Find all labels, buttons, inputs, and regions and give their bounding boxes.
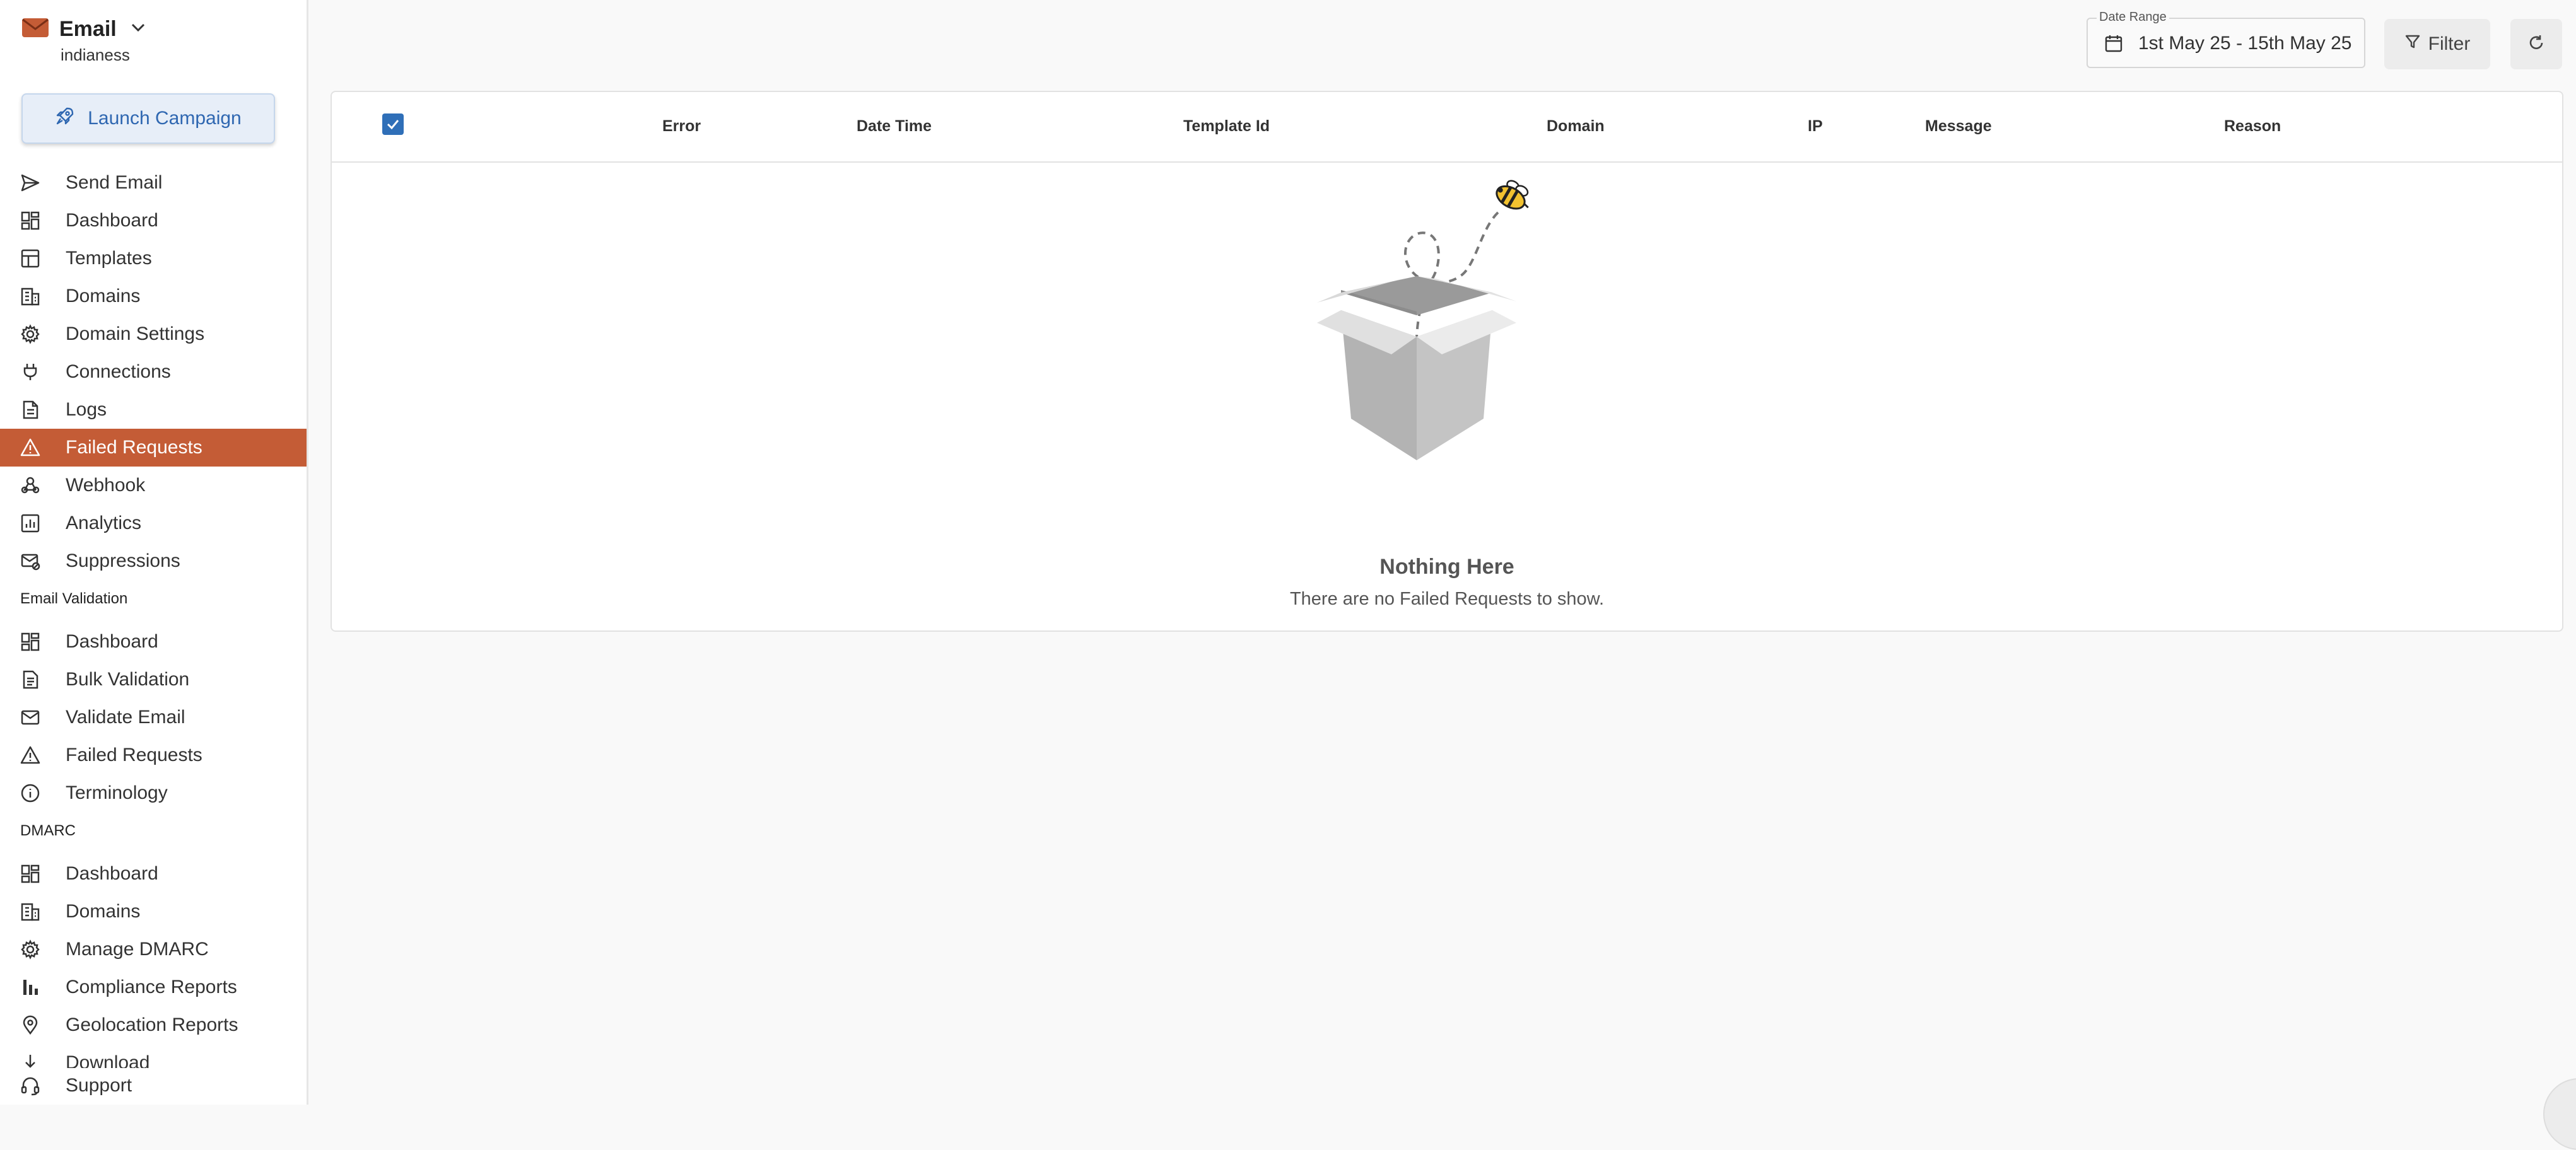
sidebar-item-bulk-validation[interactable]: Bulk Validation: [0, 661, 307, 699]
email-logo-icon: [21, 18, 49, 41]
column-header-template-id[interactable]: Template Id: [1183, 117, 1270, 136]
sidebar-item-domain-settings[interactable]: Domain Settings: [0, 315, 307, 353]
column-header-reason[interactable]: Reason: [2224, 117, 2281, 136]
app-switcher[interactable]: Email: [21, 16, 146, 42]
account-name: indianess: [61, 45, 130, 64]
sidebar-item-validation-failed-requests[interactable]: Failed Requests: [0, 736, 307, 774]
launch-campaign-button[interactable]: Launch Campaign: [21, 93, 275, 144]
sidebar-item-support[interactable]: Support: [0, 1068, 307, 1103]
sidebar-item-geolocation-reports[interactable]: Geolocation Reports: [0, 1006, 307, 1044]
sidebar-item-failed-requests[interactable]: Failed Requests: [0, 429, 307, 467]
refresh-icon: [2527, 33, 2546, 55]
location-pin-icon: [20, 1015, 40, 1035]
calendar-icon: [2104, 34, 2123, 56]
plug-icon: [20, 362, 40, 382]
sidebar: Email indianess Launch Campaign Send Ema…: [0, 0, 308, 1105]
sidebar-item-terminology[interactable]: Terminology: [0, 774, 307, 812]
column-header-error[interactable]: Error: [662, 117, 701, 136]
filter-icon: [2404, 33, 2421, 55]
section-email-validation: Email Validation: [20, 590, 128, 607]
dashboard-icon: [20, 864, 40, 884]
empty-state-title: Nothing Here: [1379, 555, 1514, 579]
gear-icon: [20, 939, 40, 960]
info-icon: [20, 783, 40, 803]
warning-icon: [20, 745, 40, 765]
filter-label: Filter: [2428, 33, 2471, 54]
warning-icon: [20, 438, 40, 458]
headset-icon: [20, 1076, 40, 1096]
building-icon: [20, 286, 40, 306]
sidebar-item-compliance-reports[interactable]: Compliance Reports: [0, 968, 307, 1006]
select-all-checkbox[interactable]: [382, 113, 404, 135]
floating-chat-button[interactable]: [2543, 1078, 2576, 1150]
column-header-date-time[interactable]: Date Time: [857, 117, 932, 136]
sidebar-item-send-email[interactable]: Send Email: [0, 164, 307, 202]
sidebar-item-webhook[interactable]: Webhook: [0, 467, 307, 504]
column-header-ip[interactable]: IP: [1808, 117, 1823, 136]
section-dmarc: DMARC: [20, 822, 76, 839]
sidebar-item-validation-dashboard[interactable]: Dashboard: [0, 623, 307, 661]
date-range-picker[interactable]: Date Range 1st May 25 - 15th May 25: [2087, 10, 2365, 68]
sidebar-item-logs[interactable]: Logs: [0, 391, 307, 429]
refresh-button[interactable]: [2510, 19, 2562, 69]
date-range-label: Date Range: [2097, 10, 2169, 25]
send-icon: [20, 173, 40, 193]
column-header-domain[interactable]: Domain: [1547, 117, 1605, 136]
sidebar-item-manage-dmarc[interactable]: Manage DMARC: [0, 931, 307, 968]
dashboard-icon: [20, 632, 40, 652]
column-header-message[interactable]: Message: [1925, 117, 1992, 136]
failed-requests-table: Error Date Time Template Id Domain IP Me…: [331, 91, 2563, 632]
analytics-icon: [20, 513, 40, 533]
document-icon: [20, 400, 40, 420]
building-icon: [20, 902, 40, 922]
sidebar-item-validate-email[interactable]: Validate Email: [0, 699, 307, 736]
sidebar-item-suppressions[interactable]: Suppressions: [0, 542, 307, 580]
mail-icon: [20, 707, 40, 728]
mail-block-icon: [20, 551, 40, 571]
sidebar-item-analytics[interactable]: Analytics: [0, 504, 307, 542]
empty-state-message: There are no Failed Requests to show.: [1289, 589, 1605, 609]
filter-button[interactable]: Filter: [2384, 19, 2490, 69]
document-list-icon: [20, 670, 40, 690]
app-name: Email: [59, 16, 117, 41]
empty-box-illustration: [1303, 166, 1581, 497]
check-icon: [387, 120, 399, 130]
table-header: Error Date Time Template Id Domain IP Me…: [332, 92, 2562, 163]
sidebar-item-templates[interactable]: Templates: [0, 240, 307, 277]
sidebar-item-dmarc-domains[interactable]: Domains: [0, 893, 307, 931]
gear-icon: [20, 324, 40, 344]
chevron-down-icon: [131, 23, 146, 36]
date-range-value: 1st May 25 - 15th May 25: [2138, 33, 2352, 54]
bar-chart-icon: [20, 977, 40, 997]
sidebar-item-dashboard[interactable]: Dashboard: [0, 202, 307, 240]
templates-icon: [20, 248, 40, 269]
rocket-icon: [55, 106, 75, 131]
launch-campaign-label: Launch Campaign: [88, 108, 242, 129]
sidebar-item-connections[interactable]: Connections: [0, 353, 307, 391]
webhook-icon: [20, 475, 40, 496]
sidebar-item-dmarc-dashboard[interactable]: Dashboard: [0, 855, 307, 893]
dashboard-icon: [20, 211, 40, 231]
sidebar-item-domains[interactable]: Domains: [0, 277, 307, 315]
